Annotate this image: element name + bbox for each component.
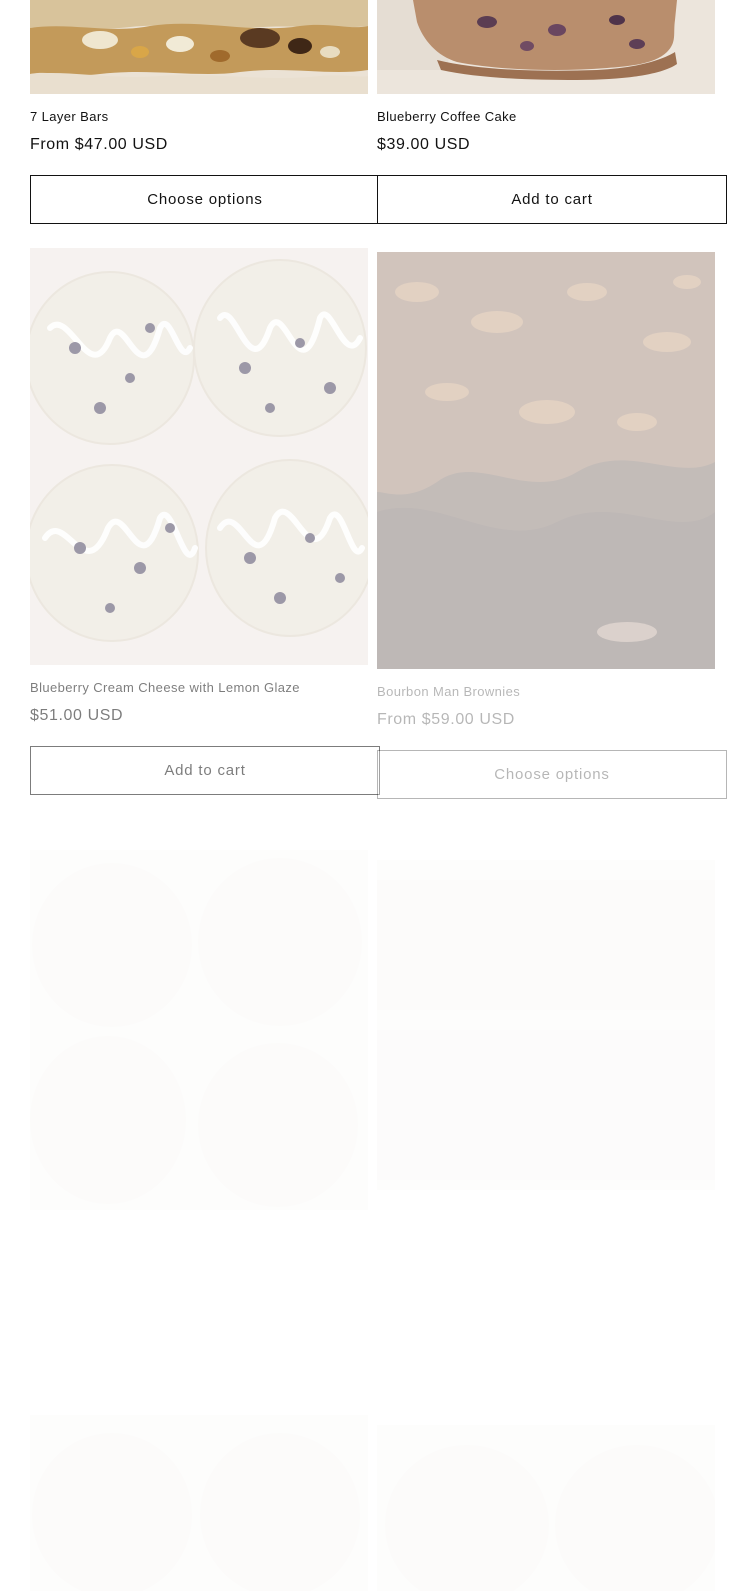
blueberry-cookies-photo	[30, 248, 368, 665]
choose-options-button[interactable]: Choose options	[30, 175, 380, 224]
product-price: $39.00 USD	[377, 136, 471, 153]
product-image-loading-bottom-right[interactable]	[377, 1425, 715, 1591]
seven-layer-bar-photo	[30, 0, 368, 94]
cookie-photo	[377, 1425, 715, 1591]
bar-photo	[377, 860, 715, 1190]
product-price: From $59.00 USD	[377, 711, 515, 728]
product-card-bourbon-man-brownies: Bourbon Man Brownies From $59.00 USD Cho…	[377, 252, 727, 799]
product-card-loading-left	[30, 850, 368, 1210]
product-card-blueberry-cream-cheese: Blueberry Cream Cheese with Lemon Glaze …	[30, 248, 380, 795]
product-title[interactable]: Blueberry Cream Cheese with Lemon Glaze	[30, 680, 300, 695]
product-card-loading-bottom-right	[377, 1425, 715, 1591]
bourbon-brownies-photo	[377, 252, 715, 669]
product-image-blueberry-coffee-cake[interactable]	[377, 0, 715, 94]
blueberry-coffee-cake-photo	[377, 0, 715, 94]
product-image-loading-bottom-left[interactable]	[30, 1415, 368, 1591]
product-title[interactable]: Bourbon Man Brownies	[377, 684, 520, 699]
product-card-loading-right	[377, 860, 715, 1190]
add-to-cart-button[interactable]: Add to cart	[30, 746, 380, 795]
cookie-photo	[30, 1415, 368, 1591]
product-price: From $47.00 USD	[30, 136, 168, 153]
product-grid-page: 7 Layer Bars From $47.00 USD Choose opti…	[0, 0, 745, 1591]
product-price: $51.00 USD	[30, 707, 124, 724]
product-title[interactable]: 7 Layer Bars	[30, 109, 109, 124]
product-card-blueberry-coffee-cake: Blueberry Coffee Cake $39.00 USD Add to …	[377, 0, 727, 224]
product-image-blueberry-cream-cheese[interactable]	[30, 248, 368, 665]
product-image-loading-left[interactable]	[30, 850, 368, 1210]
product-image-bourbon-man-brownies[interactable]	[377, 252, 715, 669]
cookie-photo	[30, 850, 368, 1210]
product-card-loading-bottom-left	[30, 1415, 368, 1591]
product-image-loading-right[interactable]	[377, 860, 715, 1190]
product-title[interactable]: Blueberry Coffee Cake	[377, 109, 517, 124]
product-card-7-layer-bars: 7 Layer Bars From $47.00 USD Choose opti…	[30, 0, 380, 224]
add-to-cart-button[interactable]: Add to cart	[377, 175, 727, 224]
product-image-7-layer-bars[interactable]	[30, 0, 368, 94]
choose-options-button[interactable]: Choose options	[377, 750, 727, 799]
